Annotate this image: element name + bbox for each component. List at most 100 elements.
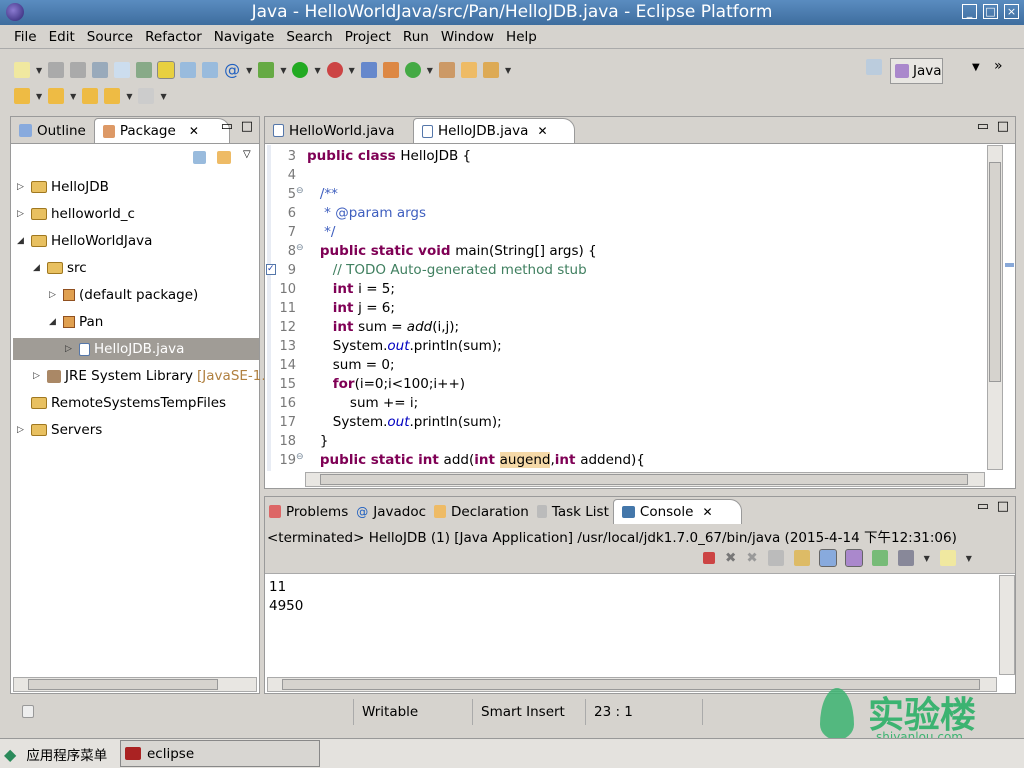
skip-breakpoints-icon[interactable]	[360, 62, 377, 78]
fold-toggle-icon[interactable]: ⊖	[296, 243, 304, 253]
horizontal-scrollbar[interactable]	[13, 677, 257, 692]
taskbar-eclipse-button[interactable]: eclipse	[120, 740, 320, 767]
tree-item[interactable]: ▷ HelloJDB.java	[13, 338, 259, 360]
binary-icon[interactable]	[114, 62, 131, 78]
close-tab-icon[interactable]: ✕	[537, 124, 547, 138]
run-icon[interactable]	[292, 62, 309, 78]
debug-icon[interactable]	[258, 62, 275, 78]
menu-navigate[interactable]: Navigate	[208, 25, 281, 48]
tree-item[interactable]: ◢ HelloWorldJava	[17, 230, 152, 252]
minimize-view-icon[interactable]: ▭	[977, 499, 989, 514]
menu-source[interactable]: Source	[81, 25, 139, 48]
code-line[interactable]: int sum = add(i,j);	[307, 318, 459, 337]
expand-toggle-icon[interactable]: ◢	[33, 257, 43, 279]
show-on-stderr-icon[interactable]	[844, 549, 863, 567]
tab-declaration[interactable]: Declaration	[430, 499, 533, 524]
menu-run[interactable]: Run	[397, 25, 435, 48]
maximize-view-icon[interactable]: □	[997, 499, 1009, 514]
save-icon[interactable]	[48, 62, 65, 78]
expand-toggle-icon[interactable]: ▷	[49, 284, 59, 306]
code-line[interactable]: System.out.println(sum);	[307, 337, 502, 356]
expand-toggle-icon[interactable]: ◢	[17, 230, 27, 252]
expand-toggle-icon[interactable]: ▷	[17, 419, 27, 441]
expand-toggle-icon[interactable]: ▷	[65, 338, 75, 360]
print-icon[interactable]	[92, 62, 109, 78]
code-line[interactable]: * @param args	[307, 204, 426, 223]
tab-problems[interactable]: Problems	[265, 499, 352, 524]
terminate-icon[interactable]	[703, 552, 715, 564]
next-annotation-icon[interactable]	[14, 88, 30, 104]
tree-item[interactable]: ▷ helloworld_c	[17, 203, 135, 225]
expand-toggle-icon[interactable]: ◢	[49, 311, 59, 333]
code-line[interactable]: }	[307, 432, 329, 451]
toolbar-overflow-icon[interactable]: »	[994, 58, 1003, 74]
remove-launch-icon[interactable]: ✖	[725, 550, 736, 566]
maximize-view-icon[interactable]: □	[997, 119, 1009, 134]
back-icon[interactable]	[104, 88, 121, 104]
menu-project[interactable]: Project	[339, 25, 397, 48]
tree-item[interactable]: ▷ Servers	[17, 419, 102, 441]
new-java-project-icon[interactable]	[382, 62, 399, 78]
maximize-view-icon[interactable]: □	[241, 119, 253, 134]
last-edit-icon[interactable]	[82, 88, 99, 104]
close-tab-icon[interactable]: ✕	[702, 505, 712, 519]
menu-refactor[interactable]: Refactor	[139, 25, 208, 48]
fold-toggle-icon[interactable]: ⊖	[296, 186, 304, 196]
minimize-button[interactable]: _	[962, 4, 977, 19]
minimize-view-icon[interactable]: ▭	[977, 119, 989, 134]
tab-task-list[interactable]: Task List	[533, 499, 613, 524]
scroll-lock-icon[interactable]	[793, 550, 810, 566]
open-type-icon[interactable]	[136, 62, 153, 78]
menu-file[interactable]: File	[8, 25, 43, 48]
tree-item[interactable]: ◢ src	[33, 257, 87, 279]
vertical-scrollbar[interactable]	[999, 575, 1015, 675]
expand-toggle-icon[interactable]: ▷	[17, 203, 27, 225]
code-line[interactable]: // TODO Auto-generated method stub	[307, 261, 587, 280]
open-console-icon[interactable]	[939, 550, 956, 566]
remove-all-icon[interactable]: ✖	[746, 550, 757, 566]
forward-icon[interactable]	[138, 88, 155, 104]
code-line[interactable]: int i = 5;	[307, 280, 395, 299]
display-console-icon[interactable]	[897, 550, 914, 566]
code-line[interactable]: public static int add(int augend,int add…	[307, 451, 645, 470]
save-all-icon[interactable]	[70, 62, 87, 78]
tab-hellojdb-java[interactable]: HelloJDB.java ✕	[413, 118, 575, 143]
view-menu-icon[interactable]: ▽	[243, 149, 251, 160]
new-class-icon[interactable]	[404, 62, 421, 78]
expand-toggle-icon[interactable]: ▷	[33, 365, 43, 387]
expand-toggle-icon[interactable]: ▷	[17, 176, 27, 198]
tree-item[interactable]: ▷ (default package)	[49, 284, 198, 306]
link-with-editor-icon[interactable]	[217, 151, 231, 164]
code-line[interactable]: /**	[307, 185, 338, 204]
new-icon[interactable]	[14, 62, 30, 78]
collapse-all-icon[interactable]	[193, 151, 206, 164]
javadoc-icon[interactable]: @	[224, 62, 240, 78]
mark-occurrences-icon[interactable]	[157, 61, 176, 79]
applications-menu-button[interactable]: ◆ 应用程序菜单	[4, 742, 107, 766]
open-perspective-icon[interactable]	[866, 59, 886, 79]
code-line[interactable]: public class HelloJDB {	[307, 147, 471, 166]
close-button[interactable]: ×	[1004, 4, 1019, 19]
open-folder-icon[interactable]	[460, 62, 477, 78]
tree-item[interactable]: ◢ Pan	[49, 311, 103, 333]
external-tools-icon[interactable]	[326, 62, 343, 78]
clear-console-icon[interactable]	[767, 550, 784, 566]
show-on-stdout-icon[interactable]	[818, 549, 837, 567]
menu-search[interactable]: Search	[280, 25, 338, 48]
search-icon[interactable]	[482, 62, 499, 78]
tab-helloworld-java[interactable]: HelloWorld.java	[265, 118, 413, 143]
previous-annotation-icon[interactable]	[48, 88, 65, 104]
tree-item[interactable]: ▷ HelloJDB	[17, 176, 109, 198]
tab-console[interactable]: Console ✕	[612, 499, 742, 524]
minimize-view-icon[interactable]: ▭	[221, 119, 233, 134]
menu-help[interactable]: Help	[500, 25, 543, 48]
perspective-dropdown-icon[interactable]: ▼	[972, 62, 980, 73]
code-line[interactable]: System.out.println(sum);	[307, 413, 502, 432]
open-type-hierarchy-icon[interactable]	[438, 62, 455, 78]
tab-javadoc[interactable]: @ Javadoc	[352, 499, 430, 524]
menu-edit[interactable]: Edit	[43, 25, 81, 48]
vertical-scrollbar[interactable]	[987, 145, 1003, 470]
block-selection-icon[interactable]	[180, 62, 197, 78]
code-line[interactable]: public static void main(String[] args) {	[307, 242, 597, 261]
code-line[interactable]: sum = 0;	[307, 356, 395, 375]
